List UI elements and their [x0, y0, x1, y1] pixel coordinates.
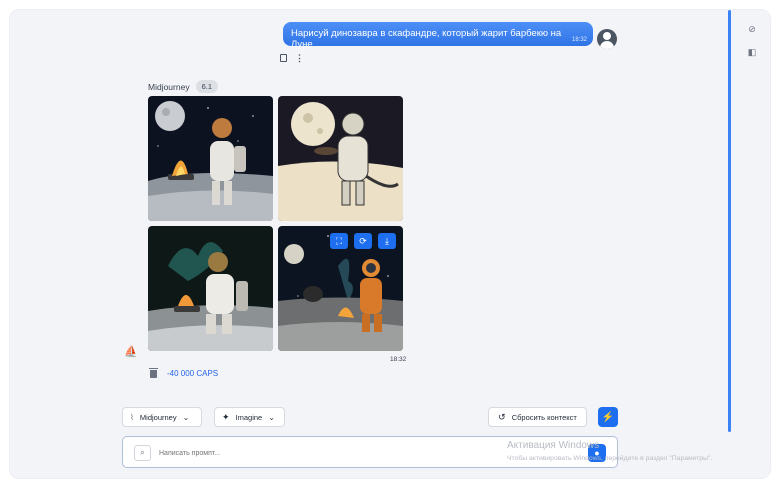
prompt-box: ⌕ ●: [122, 436, 618, 468]
chevron-down-icon: ⌄: [268, 412, 275, 422]
paperclip-icon[interactable]: ⌕: [134, 445, 151, 461]
response-model-name: Midjourney: [148, 81, 190, 92]
response-model-label: Midjourney 6.1: [148, 80, 219, 93]
user-avatar[interactable]: [597, 29, 617, 49]
user-message-bubble: Нарисуй динозавра в скафандре, который ж…: [283, 22, 593, 50]
prompt-input[interactable]: [159, 446, 559, 460]
image-toolbar: ⛶ ⟳ ⤓: [330, 233, 396, 249]
reset-context-button[interactable]: ↺ Сбросить контекст: [488, 407, 587, 427]
history-icon: ↺: [498, 411, 506, 422]
generated-image-3[interactable]: [148, 226, 273, 351]
eye-off-icon[interactable]: ⊘: [745, 22, 759, 36]
chevron-down-icon: ⌄: [182, 412, 190, 422]
download-icon[interactable]: ⤓: [378, 233, 396, 249]
model-select[interactable]: ⌇ Midjourney ⌄: [122, 407, 202, 427]
rss-icon: ⌇: [130, 412, 134, 422]
response-time: 18:32: [390, 356, 407, 363]
model-version-badge: 6.1: [195, 80, 219, 93]
cost-label: -40 000 CAPS: [167, 369, 219, 378]
sparkle-icon: ✦: [222, 411, 230, 422]
panel-icon[interactable]: ◧: [745, 45, 759, 59]
model-select-label: Midjourney: [139, 412, 177, 422]
mode-select[interactable]: ✦ Imagine ⌄: [214, 407, 285, 427]
image-grid: [148, 96, 404, 352]
more-vertical-icon[interactable]: ⋮: [295, 54, 304, 63]
copy-icon[interactable]: [280, 54, 287, 62]
midjourney-logo-icon: ⛵: [124, 346, 138, 358]
reset-context-label: Сбросить контекст: [511, 412, 577, 422]
refresh-icon[interactable]: ⟳: [354, 233, 372, 249]
generated-image-1[interactable]: [148, 96, 273, 221]
mode-select-label: Imagine: [235, 412, 263, 422]
scrollbar[interactable]: [728, 10, 731, 432]
microphone-icon[interactable]: ●: [588, 444, 606, 462]
message-actions: ⋮: [280, 54, 304, 63]
cost-row: -40 000 CAPS: [149, 367, 219, 378]
user-message-time: 18:32: [571, 37, 587, 43]
expand-icon[interactable]: ⛶: [330, 233, 348, 249]
generated-image-2[interactable]: [278, 96, 403, 221]
trash-icon[interactable]: [149, 367, 158, 378]
lightning-icon[interactable]: ⚡: [598, 407, 618, 427]
